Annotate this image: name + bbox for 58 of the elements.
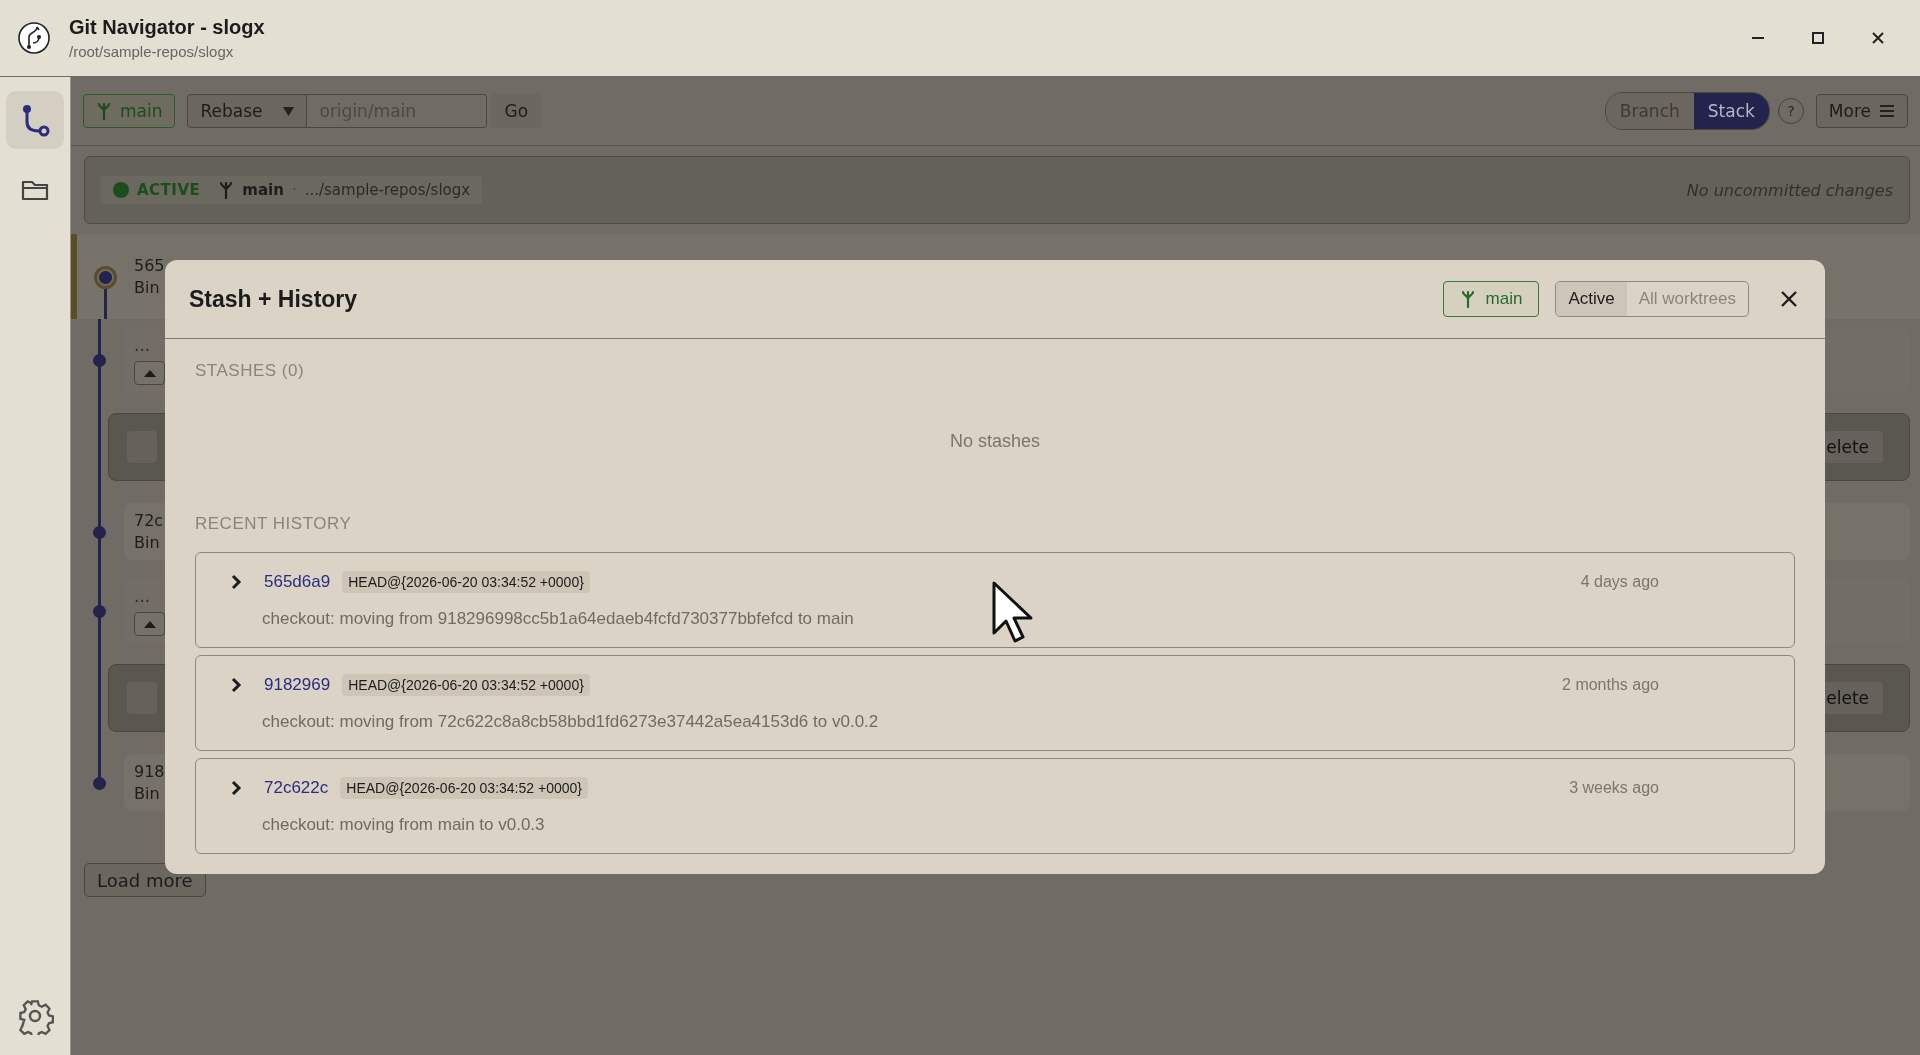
commit-hash-link[interactable]: 9182969 [264,675,331,695]
sidebar-item[interactable] [6,91,64,149]
menu-icon [1879,104,1895,118]
app-logo-icon [17,21,51,55]
reflog-message: checkout: moving from 918296998cc5b1a64edaeb4fcfd730377bbfefcd to main [261,609,855,629]
chevron-right-icon[interactable] [230,574,242,590]
reflog-message: checkout: moving from 72c622c8a8cb58bbd1fd6273e37442a5ea4153d6 to v0.0.2 [261,712,880,732]
branch-button[interactable]: main [83,94,176,128]
relative-time: 2 months ago [1562,676,1659,694]
separator: · [291,181,297,199]
delete-button[interactable]: elete [1822,431,1883,463]
more-button[interactable]: More [1815,94,1908,128]
history-entry[interactable]: 72c622c HEAD@{2026-06-20 03:34:52 +0000} 3 weeks ago checkout: moving from main to v0.0.3 [195,758,1795,854]
status-label: ACTIVE [137,181,201,199]
commit-hash-link[interactable]: 72c622c [264,778,329,798]
commit-author: Bin [134,533,160,552]
up-arrow-icon [143,620,156,628]
reflog-ref: HEAD@{2026-06-20 03:34:52 +0000} [340,777,588,799]
commit-author: Bin [134,278,160,297]
branch-icon [1459,290,1476,308]
reflog-message: checkout: moving from main to v0.0.3 [261,815,546,835]
chevron-right-icon[interactable] [230,677,242,693]
mode-dropdown[interactable]: Rebase [187,94,308,128]
delete-button[interactable]: elete [1822,682,1883,714]
reflog-ref: HEAD@{2026-06-20 03:34:52 +0000} [342,571,590,593]
section-heading: STASHES (0) [195,361,306,381]
expand-button[interactable] [134,612,165,636]
settings-icon[interactable] [16,997,54,1035]
empty-message: No stashes [948,431,1041,452]
commit-author: Bin [134,784,160,803]
expand-button[interactable] [134,361,165,385]
window-title: Git Navigator - slogx [69,16,266,39]
scope-tab[interactable]: All worktrees [1626,282,1748,316]
collapsed-label: ... [134,586,151,606]
history-entry[interactable]: 9182969 HEAD@{2026-06-20 03:34:52 +0000} 2 months ago checkout: moving from 72c622c8a8cb58bbd1fd6273e37442a5ea4153d6 to v0.0.2 [195,655,1795,751]
section-heading: RECENT HISTORY [195,514,353,534]
scope-tab[interactable]: Active [1556,282,1627,316]
status-dot [113,182,129,198]
collapsed-label: ... [134,335,151,355]
commit-hash: 565 [134,256,165,275]
view-tab[interactable]: Stack [1693,93,1769,129]
reflog-ref: HEAD@{2026-06-20 03:34:52 +0000} [342,674,590,696]
commit-hash-link[interactable]: 565d6a9 [264,572,331,592]
branch-chip[interactable]: main [1442,281,1540,317]
relative-time: 3 weeks ago [1569,779,1659,797]
dialog-title: Stash + History [189,285,359,313]
commit-hash: 72c [134,511,164,530]
window-subtitle: /root/sample-repos/slogx [69,43,235,60]
commit-hash: 918 [134,762,165,781]
relative-time: 4 days ago [1580,573,1659,591]
worktree-path: .../sample-repos/slogx [304,181,471,199]
up-arrow-icon [143,369,156,377]
branch-icon [218,181,235,199]
close-icon[interactable] [1779,289,1799,309]
go-button[interactable]: Go [491,94,542,128]
chevron-right-icon[interactable] [230,780,242,796]
branch-icon [96,102,112,120]
branch-name: main [242,181,284,199]
